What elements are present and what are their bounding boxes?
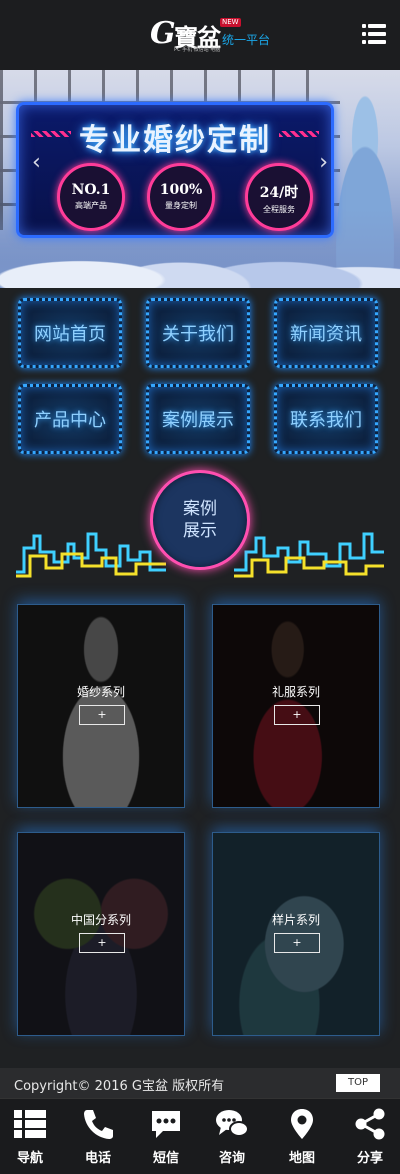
case-card-evening-dress[interactable]: 礼服系列 + — [212, 604, 380, 808]
menu-icon[interactable] — [362, 24, 386, 44]
skyline-decoration — [234, 532, 384, 578]
card-label: 礼服系列 — [271, 685, 320, 699]
copyright-bar: Copyright© 2016 G宝盆 版权所有 TOP — [0, 1068, 400, 1098]
prev-slide-icon[interactable]: ‹ — [32, 150, 41, 175]
cases-title: 案例 展示 — [180, 498, 220, 542]
case-card-chinese[interactable]: 中国分系列 + — [17, 832, 185, 1036]
cases-title-line: 展示 — [183, 521, 217, 541]
site-logo[interactable]: G 寶盆 NEW 统一平台 PC 手机 微信站 电脑 — [150, 14, 270, 56]
tab-phone[interactable]: 电话 — [68, 1107, 128, 1171]
badge-caption: 量身定制 — [165, 201, 197, 210]
card-more-button[interactable]: + — [274, 705, 320, 725]
card-more-button[interactable]: + — [79, 933, 125, 953]
card-label: 样片系列 — [271, 913, 320, 927]
copyright-text: Copyright© 2016 G宝盆 版权所有 — [14, 1079, 225, 1094]
next-slide-icon[interactable]: › — [319, 150, 328, 175]
nav-cases-button[interactable]: 案例展示 — [146, 384, 250, 454]
banner-badge: 24/时 全程服务 — [245, 163, 313, 231]
tab-sms[interactable]: 短信 — [136, 1107, 196, 1171]
case-card-wedding[interactable]: 婚纱系列 + — [17, 604, 185, 808]
grid-list-icon — [14, 1110, 46, 1138]
tab-label: 导航 — [16, 1151, 43, 1166]
banner-slider[interactable]: 专业婚纱定制 NO.1 高端产品 100% 量身定制 24/时 全程服务 ‹ › — [0, 70, 400, 288]
menu-icon-part — [362, 24, 366, 28]
cases-title-line: 案例 — [183, 499, 217, 519]
menu-icon-part — [368, 32, 386, 36]
nav-about-button[interactable]: 关于我们 — [146, 298, 250, 368]
badge-value: NO.1 — [71, 182, 111, 198]
badge-caption: 高端产品 — [75, 201, 107, 210]
card-more-button[interactable]: + — [274, 933, 320, 953]
share-icon — [355, 1108, 385, 1140]
card-label: 中国分系列 — [70, 913, 131, 927]
banner-title: 专业婚纱定制 — [79, 123, 271, 158]
chat-icon — [216, 1110, 249, 1137]
back-to-top-button[interactable]: TOP — [336, 1074, 380, 1092]
menu-icon-part — [362, 32, 366, 36]
tab-navigation[interactable]: 导航 — [0, 1107, 60, 1171]
menu-icon-part — [368, 24, 386, 28]
banner-neon-panel: 专业婚纱定制 NO.1 高端产品 100% 量身定制 24/时 全程服务 — [16, 102, 334, 238]
logo-subtext: PC 手机 微信站 电脑 — [174, 47, 221, 53]
badge-caption: 全程服务 — [263, 205, 295, 214]
header: G 寶盆 NEW 统一平台 PC 手机 微信站 电脑 — [0, 0, 400, 70]
bottom-tabbar: 导航 电话 短信 咨询 地图 分享 — [0, 1098, 400, 1174]
card-more-button[interactable]: + — [79, 705, 125, 725]
logo-tagline: 统一平台 — [222, 33, 271, 47]
phone-icon — [84, 1110, 113, 1139]
card-label: 婚纱系列 — [76, 685, 125, 699]
tab-label: 分享 — [356, 1151, 383, 1166]
tab-share[interactable]: 分享 — [340, 1107, 400, 1171]
nav-home-button[interactable]: 网站首页 — [18, 298, 122, 368]
banner-badge: NO.1 高端产品 — [57, 163, 125, 231]
tab-consult[interactable]: 咨询 — [202, 1107, 262, 1171]
nav-news-button[interactable]: 新闻资讯 — [274, 298, 378, 368]
menu-icon-part — [368, 40, 386, 44]
case-card-sample[interactable]: 样片系列 + — [212, 832, 380, 1036]
badge-value: 24/时 — [259, 185, 299, 201]
tab-map[interactable]: 地图 — [272, 1107, 332, 1171]
logo-new-badge: NEW — [220, 18, 241, 27]
nav-contact-button[interactable]: 联系我们 — [274, 384, 378, 454]
cases-title-badge: 案例 展示 — [150, 470, 250, 570]
nav-products-button[interactable]: 产品中心 — [18, 384, 122, 454]
logo-g: G — [150, 16, 176, 51]
banner-badge: 100% 量身定制 — [147, 163, 215, 231]
tab-label: 电话 — [84, 1151, 111, 1166]
badge-value: 100% — [159, 182, 203, 198]
sms-icon — [152, 1111, 180, 1138]
map-pin-icon — [291, 1109, 313, 1139]
menu-icon-part — [362, 40, 366, 44]
tab-label: 咨询 — [218, 1151, 245, 1166]
tab-label: 地图 — [288, 1151, 315, 1166]
skyline-decoration — [16, 532, 166, 578]
tab-label: 短信 — [152, 1151, 179, 1166]
